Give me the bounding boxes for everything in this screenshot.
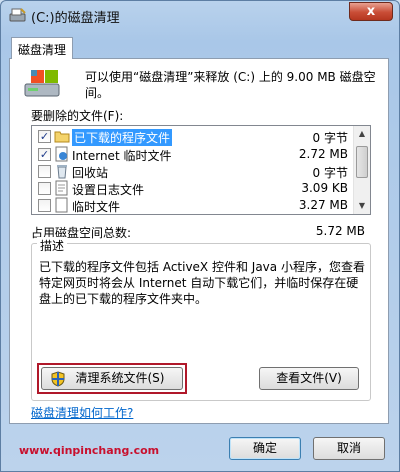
file-size: 3.09 KB [301,181,348,195]
scroll-thumb[interactable] [356,146,368,178]
intro-text: 可以使用“磁盘清理”来释放 (C:) 上的 9.00 MB 磁盘空间。 [85,70,376,100]
help-link[interactable]: 磁盘清理如何工作? [31,404,133,421]
file-name: Internet 临时文件 [72,149,172,163]
close-button[interactable]: x [349,2,393,21]
log-file-icon [55,180,68,196]
checkbox[interactable]: ✓ [38,148,51,161]
clean-system-files-label: 清理系统文件(S) [75,371,165,385]
file-size: 2.72 MB [298,147,348,161]
cancel-button[interactable]: 取消 [313,437,385,460]
description-text: 已下载的程序文件包括 ActiveX 控件和 Java 小程序，您查看特定网页时… [39,260,365,306]
checkbox[interactable] [38,165,51,178]
total-space-value: 5.72 MB [315,224,365,238]
file-size: 0 字节 [312,131,348,145]
folder-icon [54,131,70,143]
title-bar[interactable]: (C:)的磁盘清理 x [1,1,399,31]
tab-disk-cleanup[interactable]: 磁盘清理 [11,37,73,59]
disk-cleanup-icon [9,8,26,22]
shield-icon [51,371,65,387]
ok-button[interactable]: 确定 [229,437,301,460]
file-size: 0 字节 [312,166,348,180]
cleanup-drive-icon [24,70,60,97]
watermark: www.qinpinchang.com [19,444,160,457]
clean-system-files-button[interactable]: 清理系统文件(S) [41,367,183,390]
temp-file-icon [55,197,68,213]
list-item[interactable]: 回收站 0 字节 [32,163,354,180]
list-item[interactable]: ✓ Internet 临时文件 2.72 MB [32,146,354,163]
disk-cleanup-window: (C:)的磁盘清理 x 磁盘清理 可以使用“磁盘清理”来释放 (C:) 上的 9… [0,0,400,472]
file-name: 回收站 [72,166,109,180]
internet-file-icon [55,146,68,162]
checkbox[interactable] [38,199,51,212]
file-size: 3.27 MB [298,198,348,212]
scrollbar[interactable]: ▲ ▼ [353,126,370,214]
close-icon: x [366,4,376,19]
checkbox[interactable] [38,182,51,195]
window-title: (C:)的磁盘清理 [31,11,120,26]
scroll-up-icon[interactable]: ▲ [354,126,370,142]
file-name: 临时文件 [72,200,121,214]
checkbox[interactable]: ✓ [38,130,51,143]
list-item[interactable]: 临时文件 3.27 MB [32,197,354,214]
description-title: 描述 [37,237,68,254]
file-name: 已下载的程序文件 [72,129,173,146]
files-to-delete-label: 要删除的文件(F): [31,109,124,123]
recycle-bin-icon [57,165,67,179]
files-list[interactable]: ✓ 已下载的程序文件 0 字节 ✓ Internet 临时文件 2.72 MB … [31,125,371,215]
view-files-button[interactable]: 查看文件(V) [259,367,359,390]
file-name: 设置日志文件 [72,183,145,197]
list-item[interactable]: ✓ 已下载的程序文件 0 字节 [32,128,354,146]
scroll-down-icon[interactable]: ▼ [354,198,370,214]
list-item[interactable]: 设置日志文件 3.09 KB [32,180,354,197]
